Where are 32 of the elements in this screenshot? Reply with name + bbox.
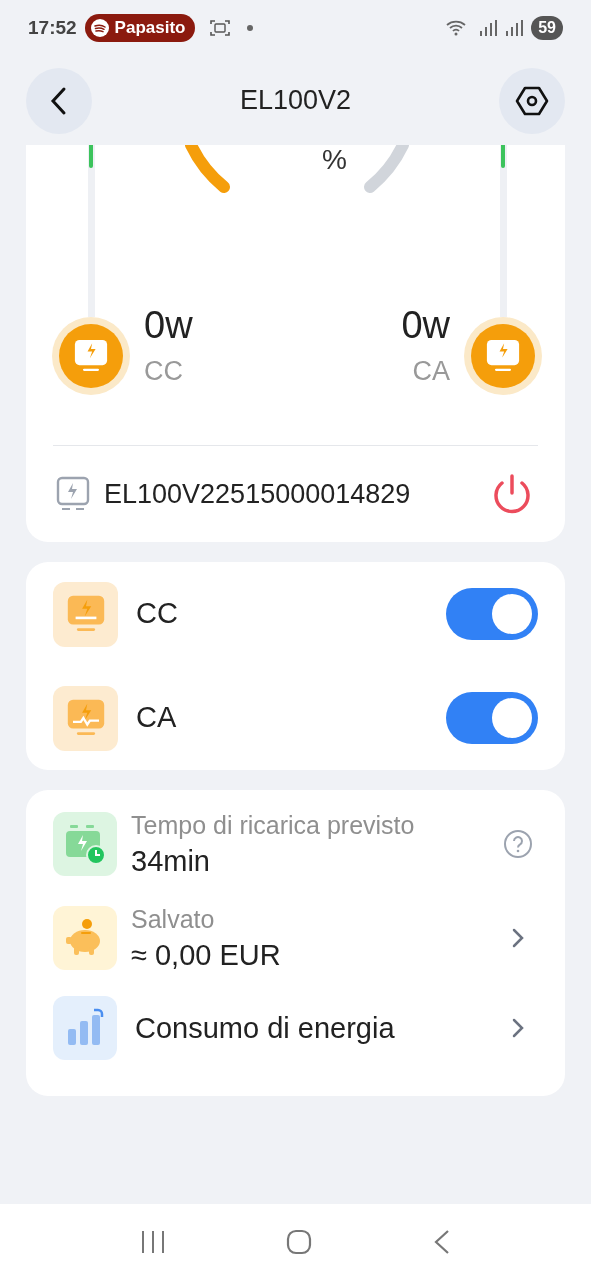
piggy-bank-icon [53, 906, 117, 970]
gauge-unit: % [322, 143, 347, 177]
port-label: CC [144, 355, 183, 387]
stat-title: Salvato [131, 904, 216, 935]
stat-value: ≈ 0,00 EUR [131, 938, 282, 973]
chevron-right-icon[interactable] [510, 1016, 526, 1040]
chevron-right-icon[interactable] [510, 926, 526, 950]
stat-title: Tempo di ricarica previsto [131, 810, 416, 841]
output-label: CC [136, 596, 179, 632]
help-icon[interactable] [503, 829, 533, 859]
music-app-icon [90, 19, 109, 37]
battery-level: 59 [531, 16, 563, 40]
output-label: CA [136, 700, 178, 736]
toggle-switch[interactable] [446, 692, 538, 744]
screenshot-icon [209, 18, 232, 38]
media-chip[interactable]: Papasito [84, 14, 196, 42]
power-reading: 0w [401, 303, 450, 347]
stat-value: 34min [131, 844, 211, 879]
page-title: EL100V2 [239, 84, 352, 118]
bar-chart-icon [53, 996, 117, 1060]
status-time: 17:52 [28, 15, 77, 40]
signal-icon [505, 19, 524, 37]
battery-clock-icon [53, 812, 117, 876]
device-icon [56, 476, 90, 512]
menu-item-label[interactable]: Consumo di energia [135, 1009, 484, 1047]
recent-apps-icon[interactable] [139, 1229, 166, 1255]
port-label: CA [412, 355, 450, 387]
signal-icon [479, 19, 498, 37]
home-icon[interactable] [284, 1228, 313, 1256]
power-reading: 0w [144, 303, 193, 347]
toggle-switch[interactable] [446, 588, 538, 640]
device-serial: EL100V22515000014829 [104, 477, 412, 511]
